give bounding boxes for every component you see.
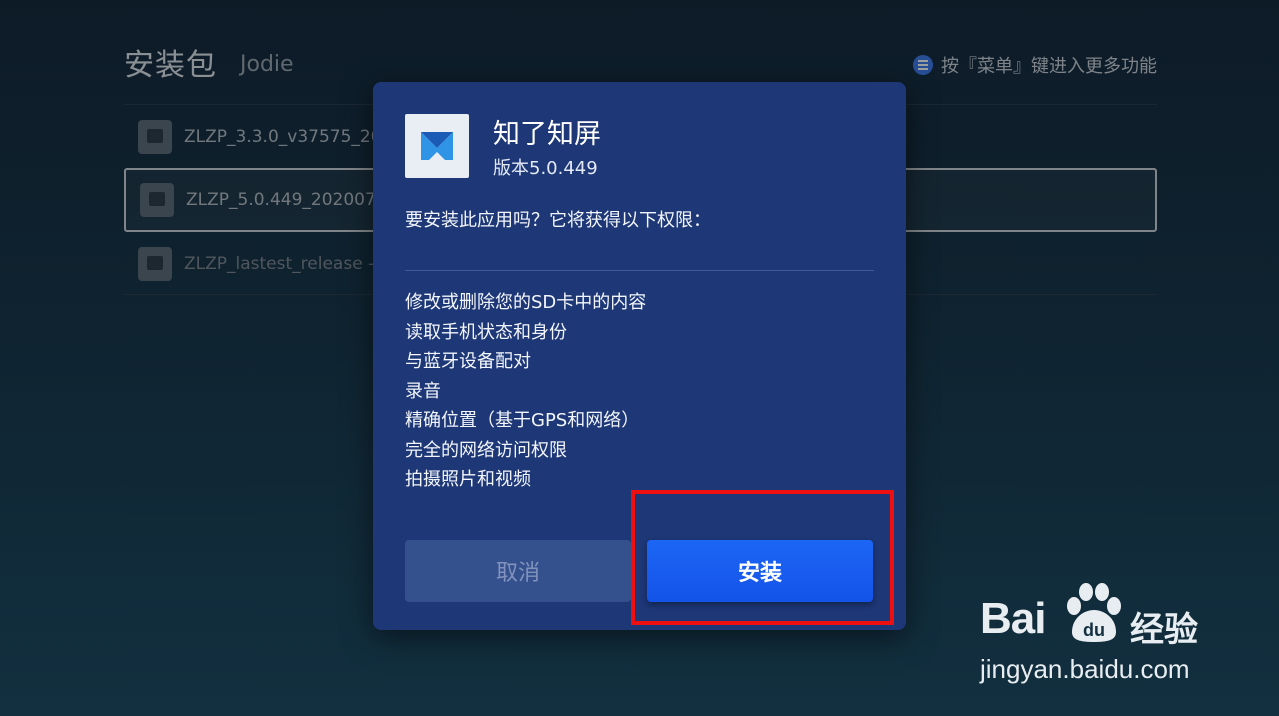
permission-list: 修改或删除您的SD卡中的内容 读取手机状态和身份 与蓝牙设备配对 录音 精确位置…	[405, 288, 646, 495]
page-subtitle: Jodie	[240, 52, 294, 77]
highlight-annotation	[631, 490, 894, 625]
apk-file-icon	[138, 120, 172, 154]
baidu-jingyan-watermark: Bai du 经验 jingyan.baidu.com	[980, 580, 1230, 690]
menu-hint-text: 按『菜单』键进入更多功能	[941, 56, 1157, 77]
watermark-url: jingyan.baidu.com	[980, 654, 1190, 684]
svg-text:du: du	[1083, 620, 1105, 640]
permission-item: 修改或删除您的SD卡中的内容	[405, 292, 647, 313]
permission-item: 拍摄照片和视频	[405, 469, 531, 490]
app-version: 版本5.0.449	[493, 158, 598, 179]
watermark-brand: Bai	[980, 594, 1046, 643]
file-name: ZLZP_lastest_release -	[184, 254, 375, 274]
permission-item: 读取手机状态和身份	[405, 321, 567, 343]
dialog-divider	[405, 270, 874, 271]
permission-item: 录音	[405, 380, 441, 402]
permission-item: 精确位置（基于GPS和网络）	[405, 410, 640, 431]
apk-file-icon	[140, 183, 174, 217]
cancel-button[interactable]: 取消	[405, 540, 631, 602]
watermark-tail: 经验	[1130, 610, 1198, 650]
app-logo-icon	[421, 132, 453, 160]
permission-item: 完全的网络访问权限	[405, 439, 567, 461]
page-title: 安装包	[124, 48, 217, 83]
file-name: ZLZP_3.3.0_v37575_20	[184, 127, 382, 147]
menu-hint: 按『菜单』键进入更多功能	[913, 52, 1157, 78]
app-icon	[405, 114, 469, 178]
app-name: 知了知屏	[493, 119, 601, 150]
file-name: ZLZP_5.0.449_2020072	[186, 190, 387, 210]
install-question: 要安装此应用吗？它将获得以下权限：	[405, 210, 711, 231]
menu-icon	[913, 55, 933, 75]
baidu-paw-icon: du	[1067, 583, 1121, 642]
permission-item: 与蓝牙设备配对	[405, 351, 531, 372]
apk-file-icon	[138, 247, 172, 281]
